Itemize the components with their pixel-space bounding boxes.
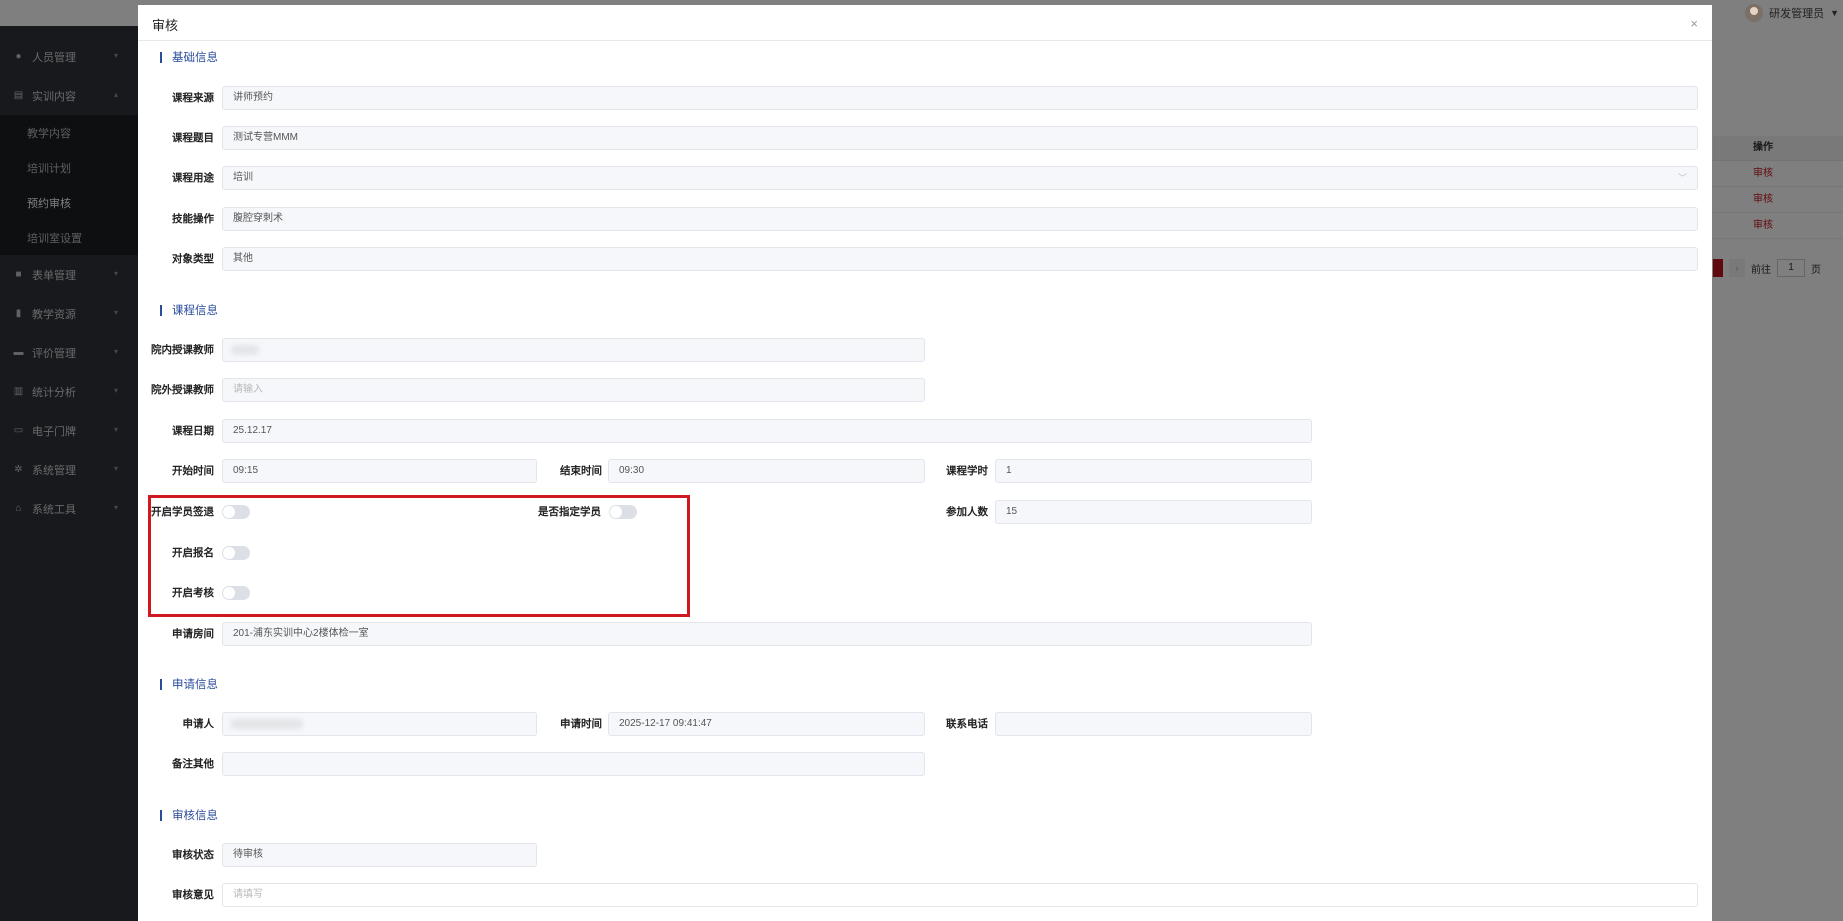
label-end-time: 结束时间: [560, 465, 602, 477]
label-designate-students: 是否指定学员: [538, 506, 601, 518]
label-review-status: 审核状态: [172, 849, 214, 861]
label-room: 申请房间: [172, 628, 214, 640]
student-signout-switch[interactable]: [222, 505, 250, 519]
label-enable-exam: 开启考核: [172, 587, 214, 599]
section-apply-info: 申请信息: [160, 676, 218, 692]
section-bar: [160, 51, 162, 63]
review-status-field[interactable]: 待审核: [222, 843, 537, 867]
review-opinion-input[interactable]: 请填写: [222, 883, 1698, 907]
phone-field[interactable]: [995, 712, 1312, 736]
label-course-date: 课程日期: [172, 425, 214, 437]
section-title-text: 课程信息: [172, 305, 218, 317]
section-course-info: 课程信息: [160, 302, 218, 318]
close-icon[interactable]: ×: [1690, 17, 1698, 30]
label-course-hours: 课程学时: [946, 465, 988, 477]
label-phone: 联系电话: [946, 718, 988, 730]
end-time-field[interactable]: 09:30: [608, 459, 925, 483]
label-target-type: 对象类型: [172, 253, 214, 265]
caret-down-icon[interactable]: ▼: [1830, 8, 1839, 18]
participant-count-field[interactable]: 15: [995, 500, 1312, 524]
outer-teacher-input[interactable]: 请输入: [222, 378, 925, 402]
label-skill-operation: 技能操作: [172, 213, 214, 225]
section-title-text: 申请信息: [172, 679, 218, 691]
section-basic-info: 基础信息: [160, 49, 218, 65]
course-purpose-select[interactable]: 培训 ﹀: [222, 166, 1698, 190]
user-menu[interactable]: 研发管理员 ▼: [1745, 3, 1839, 23]
remark-field[interactable]: [222, 752, 925, 776]
label-outer-teacher: 院外授课教师: [151, 384, 214, 396]
review-dialog: 审核 × 基础信息 课程来源 讲师预约 课程题目 测试专营MMM 课程用途 培训…: [138, 5, 1712, 921]
enable-exam-switch[interactable]: [222, 586, 250, 600]
room-field[interactable]: 201-浦东实训中心2楼体检一室: [222, 622, 1312, 646]
section-title-text: 基础信息: [172, 52, 218, 64]
avatar[interactable]: [1745, 4, 1764, 22]
course-purpose-value: 培训: [233, 172, 253, 183]
label-applicant: 申请人: [182, 718, 215, 730]
section-review-info: 审核信息: [160, 807, 218, 823]
label-participant-count: 参加人数: [946, 506, 988, 518]
label-apply-time: 申请时间: [560, 718, 602, 730]
user-name[interactable]: 研发管理员: [1769, 5, 1824, 21]
section-title-text: 审核信息: [172, 810, 218, 822]
skill-operation-field[interactable]: 腹腔穿刺术: [222, 207, 1698, 231]
target-type-field[interactable]: 其他: [222, 247, 1698, 271]
applicant-field[interactable]: [222, 712, 537, 736]
redacted-value: [231, 345, 259, 355]
label-review-opinion: 审核意见: [172, 889, 214, 901]
section-bar: [160, 678, 162, 690]
dialog-title: 审核: [152, 18, 179, 33]
label-course-source: 课程来源: [172, 92, 214, 104]
dialog-header: 审核 ×: [138, 5, 1712, 41]
label-course-purpose: 课程用途: [172, 172, 214, 184]
course-source-field[interactable]: 讲师预约: [222, 86, 1698, 110]
label-inner-teacher: 院内授课教师: [151, 344, 214, 356]
label-course-topic: 课程题目: [172, 132, 214, 144]
course-hours-field[interactable]: 1: [995, 459, 1312, 483]
start-time-field[interactable]: 09:15: [222, 459, 537, 483]
course-topic-field[interactable]: 测试专营MMM: [222, 126, 1698, 150]
label-student-signout: 开启学员签退: [151, 506, 214, 518]
course-date-field[interactable]: 25.12.17: [222, 419, 1312, 443]
designate-students-switch[interactable]: [609, 505, 637, 519]
label-start-time: 开始时间: [172, 465, 214, 477]
apply-time-field[interactable]: 2025-12-17 09:41:47: [608, 712, 925, 736]
section-bar: [160, 809, 162, 821]
section-bar: [160, 304, 162, 316]
label-remark: 备注其他: [172, 758, 214, 770]
redacted-value: [231, 719, 303, 729]
chevron-down-icon[interactable]: ﹀: [1678, 167, 1687, 189]
enable-enroll-switch[interactable]: [222, 546, 250, 560]
label-enable-enroll: 开启报名: [172, 547, 214, 559]
inner-teacher-field[interactable]: [222, 338, 925, 362]
